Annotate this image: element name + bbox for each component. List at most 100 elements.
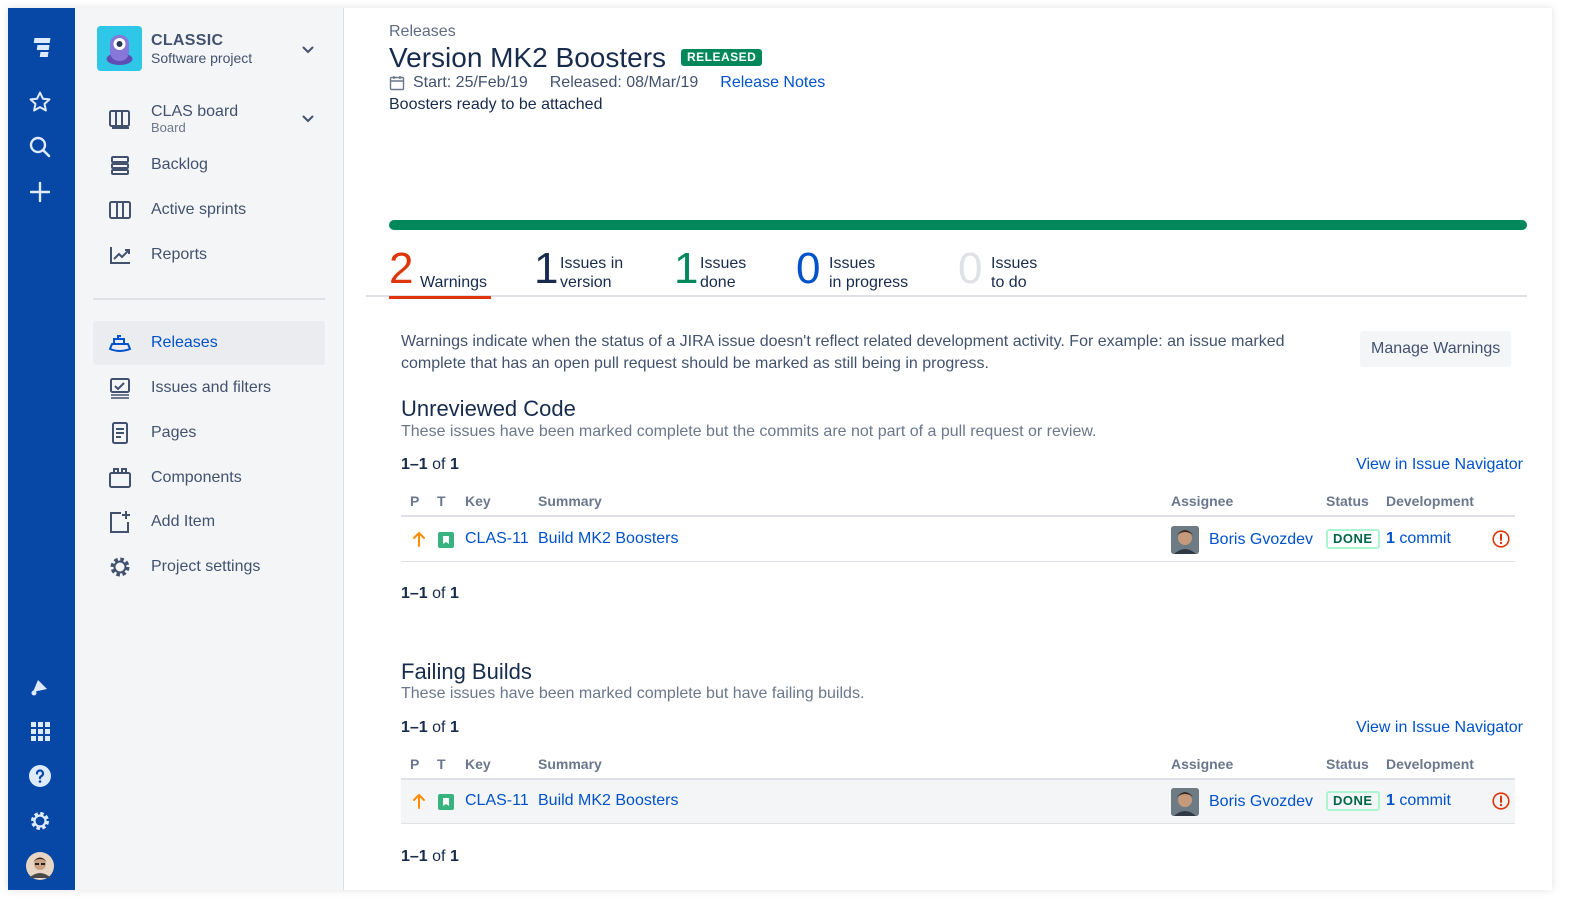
assignee-link[interactable]: Boris Gvozdev <box>1209 793 1313 811</box>
column-header-type[interactable]: T <box>437 493 446 509</box>
user-avatar[interactable] <box>25 851 55 881</box>
sidebar-item-reports[interactable]: Reports <box>93 233 325 277</box>
status-lozenge: DONE <box>1326 791 1380 811</box>
warnings-description: Warnings indicate when the status of a J… <box>401 333 1285 372</box>
project-name: CLASSIC <box>151 32 224 49</box>
sidebar-item-label: Active sprints <box>151 201 247 218</box>
issue-summary-link[interactable]: Build MK2 Boosters <box>538 792 679 810</box>
reports-icon <box>107 242 133 268</box>
status-lozenge: DONE <box>1326 529 1380 549</box>
calendar-icon <box>389 75 405 91</box>
table-row[interactable]: CLAS-11 Build MK2 Boosters Boris Gvozdev… <box>401 518 1515 562</box>
view-in-issue-navigator-link[interactable]: View in Issue Navigator <box>1356 719 1523 737</box>
sidebar-item-label: CLAS board <box>151 103 239 120</box>
tab-issues-to-do[interactable]: 0 Issues to do <box>958 238 1058 297</box>
section-subtitle: These issues have been marked complete b… <box>401 423 1097 440</box>
main-content: Releases Version MK2 Boosters RELEASED S… <box>343 8 1552 890</box>
release-description: Boosters ready to be attached <box>389 96 603 113</box>
column-header-development[interactable]: Development <box>1386 493 1474 509</box>
column-header-summary[interactable]: Summary <box>538 756 602 772</box>
sidebar-item-pages[interactable]: Pages <box>93 411 325 455</box>
issues-icon <box>107 375 133 401</box>
column-header-status[interactable]: Status <box>1326 756 1369 772</box>
development-commit-link[interactable]: 1 commit <box>1386 792 1451 810</box>
release-stats: 2 Warnings 1 Issues in version 1 Issues do… <box>366 238 1527 299</box>
priority-high-icon <box>413 532 425 547</box>
sidebar-item-active-sprints[interactable]: Active sprints <box>93 188 325 232</box>
sidebar-item-releases[interactable]: Releases <box>93 321 325 365</box>
view-in-issue-navigator-link[interactable]: View in Issue Navigator <box>1356 456 1523 474</box>
priority-high-icon <box>413 794 425 809</box>
column-header-assignee[interactable]: Assignee <box>1171 756 1233 772</box>
assignee-avatar[interactable] <box>1171 526 1199 554</box>
table-header: P T Key Summary Assignee Status Developm… <box>401 491 1515 517</box>
section-title: Unreviewed Code <box>401 396 576 421</box>
tab-issues-in-version[interactable]: 1 Issues in version <box>534 238 644 297</box>
project-type: Software project <box>151 50 253 66</box>
status-badge: RELEASED <box>681 49 763 66</box>
column-header-key[interactable]: Key <box>465 493 491 509</box>
story-icon <box>438 794 454 810</box>
column-header-key[interactable]: Key <box>465 756 491 772</box>
issue-key-link[interactable]: CLAS-11 <box>465 792 529 810</box>
notification-icon[interactable] <box>25 671 55 701</box>
backlog-icon <box>107 152 133 178</box>
stat-number: 1 <box>534 244 559 293</box>
add-item-icon <box>107 509 133 535</box>
sidebar-item-label: Pages <box>151 424 197 441</box>
column-header-assignee[interactable]: Assignee <box>1171 493 1233 509</box>
sidebar-divider <box>93 298 325 300</box>
global-navigation <box>8 8 75 890</box>
development-commit-link[interactable]: 1 commit <box>1386 530 1451 548</box>
column-header-priority[interactable]: P <box>410 493 419 509</box>
column-header-priority[interactable]: P <box>410 756 419 772</box>
star-icon[interactable] <box>25 87 55 117</box>
search-icon[interactable] <box>25 132 55 162</box>
app-switcher-icon[interactable] <box>25 716 55 746</box>
table-header: P T Key Summary Assignee Status Developm… <box>401 754 1515 780</box>
assignee-avatar[interactable] <box>1171 788 1199 816</box>
project-avatar[interactable] <box>97 26 142 71</box>
sidebar-item-components[interactable]: Components <box>93 456 325 500</box>
sidebar-item-board[interactable]: CLAS board <box>93 97 325 141</box>
chevron-down-icon[interactable] <box>299 110 317 128</box>
column-header-type[interactable]: T <box>437 756 446 772</box>
issue-key-link[interactable]: CLAS-11 <box>465 530 529 548</box>
board-subtitle: Board <box>151 120 186 135</box>
column-header-development[interactable]: Development <box>1386 756 1474 772</box>
stat-number: 1 <box>674 244 699 293</box>
breadcrumb[interactable]: Releases <box>389 23 456 41</box>
sidebar-item-add-item[interactable]: Add Item <box>93 500 325 544</box>
sidebar-item-issues-and-filters[interactable]: Issues and filters <box>93 366 325 410</box>
tab-issues-done[interactable]: 1 Issues done <box>674 238 764 297</box>
sidebar-item-label: Releases <box>151 334 218 351</box>
manage-warnings-button[interactable]: Manage Warnings <box>1360 331 1512 367</box>
plus-icon[interactable] <box>25 177 55 207</box>
assignee-link[interactable]: Boris Gvozdev <box>1209 531 1313 549</box>
sidebar-item-project-settings[interactable]: Project settings <box>93 545 325 589</box>
story-icon <box>438 532 454 548</box>
stat-number: 2 <box>389 244 414 293</box>
jira-logo-icon[interactable] <box>25 33 55 63</box>
settings-icon <box>107 554 133 580</box>
tab-warnings[interactable]: 2 Warnings <box>389 238 491 299</box>
tab-issues-in-progress[interactable]: 0 Issues in progress <box>796 238 926 297</box>
stat-label: Issues to do <box>991 255 1038 291</box>
sidebar-item-label: Add Item <box>151 513 216 530</box>
table-row[interactable]: CLAS-11 Build MK2 Boosters Boris Gvozdev… <box>401 780 1515 824</box>
result-count: 1–1 of 1 <box>401 585 459 602</box>
issue-summary-link[interactable]: Build MK2 Boosters <box>538 530 679 548</box>
sidebar-item-backlog[interactable]: Backlog <box>93 143 325 187</box>
column-header-summary[interactable]: Summary <box>538 493 602 509</box>
release-progress-bar <box>389 220 1527 230</box>
warning-icon[interactable] <box>1492 530 1510 548</box>
gear-icon[interactable] <box>25 806 55 836</box>
warning-icon[interactable] <box>1492 792 1510 810</box>
stat-label: Warnings <box>420 274 487 291</box>
sidebar-item-label: Reports <box>151 246 208 263</box>
column-header-status[interactable]: Status <box>1326 493 1369 509</box>
release-notes-link[interactable]: Release Notes <box>720 74 825 92</box>
sidebar-item-label: Issues and filters <box>151 379 272 396</box>
chevron-down-icon[interactable] <box>299 41 317 59</box>
help-icon[interactable] <box>25 761 55 791</box>
